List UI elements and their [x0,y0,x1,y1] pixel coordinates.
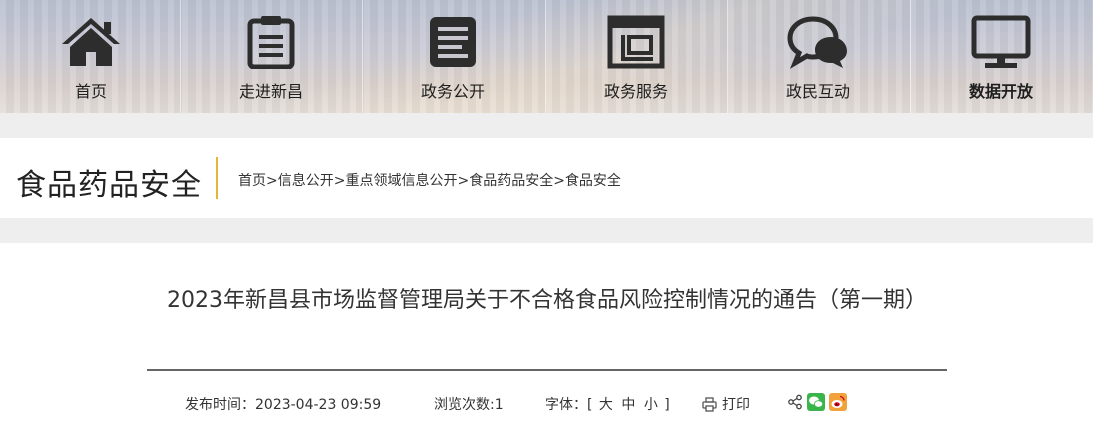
breadcrumb-food-drug-safety[interactable]: 食品药品安全 [469,173,553,189]
share-toolbar [787,393,847,411]
breadcrumb-key-areas[interactable]: 重点领域信息公开 [345,173,457,189]
nav-item-home[interactable]: 首页 [0,0,182,113]
nav-label: 数据开放 [968,82,1033,101]
printer-icon [702,396,717,412]
service-building-icon [604,14,668,70]
font-size-label-close: ] [664,397,670,413]
font-large-button[interactable]: 大 [599,397,613,413]
nav-item-gov-services[interactable]: 政务服务 [545,0,727,113]
breadcrumb-separator: > [266,173,278,189]
font-small-button[interactable]: 小 [644,397,658,413]
share-icon[interactable] [787,394,803,410]
nav-item-gov-disclosure[interactable]: 政务公开 [362,0,544,113]
title-divider [147,369,947,371]
document-list-icon [239,14,303,70]
breadcrumb-home[interactable]: 首页 [238,173,266,189]
weibo-icon[interactable] [829,393,847,411]
breadcrumb: 首页>信息公开>重点领域信息公开>食品药品安全>食品安全 [238,170,621,190]
breadcrumb-info-disclosure[interactable]: 信息公开 [278,173,334,189]
nav-item-open-data[interactable]: 数据开放 [910,0,1092,113]
font-size-label: 字体：[ [545,397,593,413]
nav-label: 政民互动 [785,82,850,101]
view-count: 浏览次数:1 [434,397,504,413]
print-label: 打印 [722,397,750,413]
article-title: 2023年新昌县市场监督管理局关于不合格食品风险控制情况的通告（第一期） [167,288,927,313]
title-separator [216,157,218,199]
section-title: 食品药品安全 [16,168,202,203]
breadcrumb-separator: > [333,173,346,189]
nav-label: 政务公开 [420,82,485,101]
chat-bubbles-icon [786,14,850,70]
breadcrumb-separator: > [457,173,470,189]
font-medium-button[interactable]: 中 [621,397,635,413]
nav-label: 走进新昌 [238,82,303,101]
nav-label: 首页 [74,82,107,101]
monitor-icon [969,14,1033,70]
news-icon [421,14,485,70]
top-nav-banner: 首页 走进新昌 政务公开 政务服务 政民互动 数据开放 [0,0,1093,113]
home-icon [59,14,123,70]
breadcrumb-separator: > [553,173,565,189]
nav-item-about-xinchang[interactable]: 走进新昌 [180,0,362,113]
breadcrumb-food-safety[interactable]: 食品安全 [565,173,621,189]
nav-label: 政务服务 [603,82,668,101]
publish-time: 发布时间：2023-04-23 09:59 [185,397,382,413]
wechat-icon[interactable] [807,393,825,411]
print-button[interactable]: 打印 [702,394,750,414]
font-size-control: 字体：[ 大 中 小 ] [545,394,670,414]
nav-item-public-interaction[interactable]: 政民互动 [727,0,909,113]
